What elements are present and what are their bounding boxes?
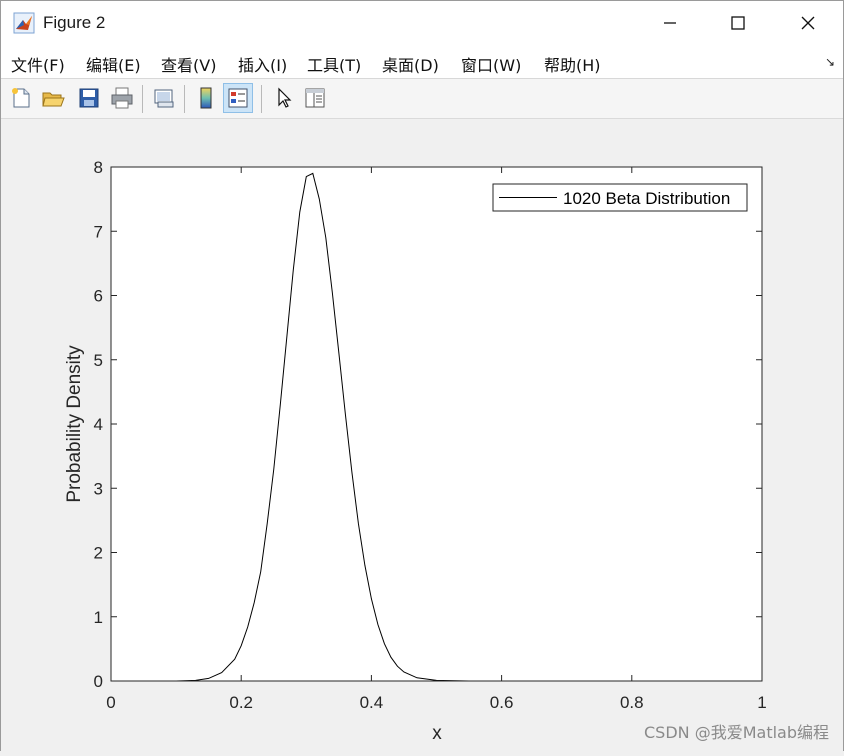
- y-tick-label: 4: [94, 415, 103, 434]
- x-tick-label: 0.6: [490, 693, 514, 712]
- menu-tools[interactable]: 工具(T): [307, 52, 361, 76]
- link-plot-icon: [154, 89, 174, 108]
- close-icon: [801, 16, 815, 30]
- link-plot-button[interactable]: [149, 83, 179, 113]
- edit-plot-arrow-icon: [278, 87, 292, 108]
- plot-area[interactable]: 0 0.2 0.4 0.6 0.8 1 0 1 2 3 4 5 6 7 8 x Probability De…: [1, 119, 843, 751]
- menu-bar: 文件(F) 编辑(E) 查看(V) 插入(I) 工具(T) 桌面(D) 窗口(W…: [1, 45, 843, 79]
- matlab-logo-icon: [13, 12, 35, 34]
- figure-window: Figure 2 文件(F) 编辑(E) 查看(V) 插入(I) 工具(T) 桌…: [0, 0, 844, 751]
- menu-help[interactable]: 帮助(H): [544, 52, 601, 76]
- save-icon: [79, 88, 99, 108]
- menu-edit[interactable]: 编辑(E): [86, 52, 141, 76]
- x-tick-label: 0.8: [620, 693, 644, 712]
- legend[interactable]: 1020 Beta Distribution: [492, 183, 748, 212]
- y-axis-label: Probability Density: [64, 345, 85, 503]
- insert-colorbar-button[interactable]: [191, 83, 221, 113]
- legend-entry-label: 1020 Beta Distribution: [563, 189, 730, 208]
- menu-view[interactable]: 查看(V): [161, 52, 216, 76]
- toolbar: [1, 79, 843, 119]
- y-tick-label: 1: [94, 608, 103, 627]
- y-tick-label: 3: [94, 479, 103, 498]
- x-tick-label: 0.4: [360, 693, 384, 712]
- minimize-button[interactable]: [635, 1, 705, 45]
- new-figure-icon: [12, 88, 30, 108]
- figure-canvas[interactable]: 0 0.2 0.4 0.6 0.8 1 0 1 2 3 4 5 6 7 8 x Probability De…: [1, 119, 843, 751]
- title-bar[interactable]: Figure 2: [1, 1, 843, 45]
- y-tick-label: 7: [94, 222, 103, 241]
- close-button[interactable]: [773, 1, 843, 45]
- y-tick-label: 5: [94, 351, 103, 370]
- watermark-text: CSDN @我爱Matlab编程: [644, 723, 829, 742]
- y-tick-label: 2: [94, 544, 103, 563]
- save-button[interactable]: [74, 83, 104, 113]
- insert-colorbar-icon: [200, 87, 212, 109]
- property-inspector-button[interactable]: [300, 83, 330, 113]
- print-button[interactable]: [107, 83, 137, 113]
- open-file-button[interactable]: [38, 83, 68, 113]
- property-inspector-icon: [305, 88, 325, 108]
- insert-legend-button[interactable]: [223, 83, 253, 113]
- maximize-icon: [731, 16, 745, 30]
- menu-desktop[interactable]: 桌面(D): [382, 52, 439, 76]
- edit-plot-button[interactable]: [269, 83, 299, 113]
- print-icon: [111, 87, 133, 109]
- dock-arrow-icon[interactable]: ↘: [825, 55, 835, 69]
- axes-background: [111, 167, 762, 681]
- y-tick-label: 0: [94, 672, 103, 691]
- open-file-icon: [42, 92, 65, 107]
- insert-legend-icon: [228, 88, 248, 108]
- menu-file[interactable]: 文件(F): [11, 52, 65, 76]
- y-tick-label: 6: [94, 287, 103, 306]
- new-figure-button[interactable]: [6, 83, 36, 113]
- x-tick-label: 0: [106, 693, 115, 712]
- menu-insert[interactable]: 插入(I): [238, 52, 287, 76]
- x-tick-label: 1: [757, 693, 766, 712]
- x-axis-label: x: [432, 723, 442, 744]
- maximize-button[interactable]: [703, 1, 773, 45]
- x-tick-label: 0.2: [229, 693, 253, 712]
- minimize-icon: [664, 22, 676, 24]
- menu-window[interactable]: 窗口(W): [461, 52, 521, 76]
- toolbar-separator: [261, 85, 262, 113]
- toolbar-separator: [184, 85, 185, 113]
- toolbar-separator: [142, 85, 143, 113]
- window-title: Figure 2: [43, 13, 106, 32]
- y-tick-label: 8: [94, 158, 103, 177]
